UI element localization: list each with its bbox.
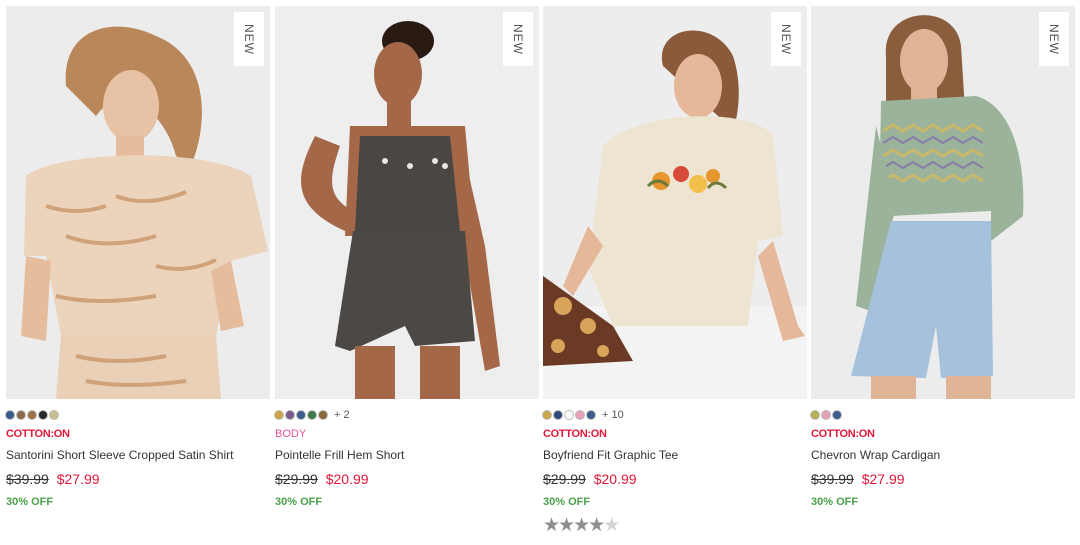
color-swatch[interactable]	[543, 411, 551, 419]
new-badge: NEW	[1039, 12, 1069, 66]
model-photo	[543, 6, 807, 399]
color-swatch[interactable]	[308, 411, 316, 419]
product-card[interactable]: NEW COTTON:ON Santorini Short Sleeve Cro…	[6, 6, 270, 508]
price-row: $29.99 $20.99	[543, 471, 807, 487]
product-card[interactable]: NEW + 10 COTTON:ON Boyfriend Fit Graphic…	[543, 6, 807, 537]
new-badge: NEW	[771, 12, 801, 66]
star-icon: ★	[543, 515, 560, 536]
original-price: $39.99	[6, 471, 49, 487]
color-swatch[interactable]	[50, 411, 58, 419]
sale-price: $27.99	[861, 471, 905, 487]
new-badge: NEW	[234, 12, 264, 66]
price-row: $39.99 $27.99	[811, 471, 1075, 487]
original-price: $29.99	[275, 471, 318, 487]
color-swatch[interactable]	[319, 411, 327, 419]
color-swatch[interactable]	[587, 411, 595, 419]
discount-label: 30% OFF	[543, 496, 591, 508]
product-image[interactable]: NEW	[543, 6, 807, 399]
original-price: $29.99	[543, 471, 586, 487]
product-image[interactable]: NEW	[6, 6, 270, 399]
brand-label: BODY	[275, 428, 307, 440]
product-image[interactable]: NEW	[275, 6, 539, 399]
color-swatches	[6, 408, 270, 422]
price-row: $29.99 $20.99	[275, 471, 539, 487]
color-swatches	[811, 408, 1075, 422]
star-rating[interactable]: ★★★★★	[543, 514, 807, 537]
product-card[interactable]: NEW COTTON:ON Chevron Wrap Cardigan $39.…	[811, 6, 1075, 508]
color-swatch[interactable]	[833, 411, 841, 419]
model-photo	[811, 6, 1075, 399]
more-colors[interactable]: + 2	[334, 409, 350, 421]
more-colors[interactable]: + 10	[602, 409, 624, 421]
color-swatch[interactable]	[39, 411, 47, 419]
product-grid: NEW COTTON:ON Santorini Short Sleeve Cro…	[0, 0, 1080, 545]
color-swatch[interactable]	[576, 411, 584, 419]
sale-price: $27.99	[56, 471, 100, 487]
star-icon: ★	[558, 515, 575, 536]
sale-price: $20.99	[593, 471, 637, 487]
sale-price: $20.99	[325, 471, 369, 487]
brand-label: COTTON:ON	[811, 428, 875, 440]
product-name[interactable]: Boyfriend Fit Graphic Tee	[543, 448, 807, 462]
star-icon: ★	[588, 515, 605, 536]
color-swatch[interactable]	[811, 411, 819, 419]
color-swatches: + 2	[275, 408, 539, 422]
brand-label: COTTON:ON	[6, 428, 70, 440]
original-price: $39.99	[811, 471, 854, 487]
star-icon: ★	[573, 515, 590, 536]
discount-label: 30% OFF	[811, 496, 859, 508]
color-swatch[interactable]	[275, 411, 283, 419]
new-badge: NEW	[503, 12, 533, 66]
price-row: $39.99 $27.99	[6, 471, 270, 487]
color-swatch[interactable]	[28, 411, 36, 419]
half-star-icon: ★	[603, 515, 620, 536]
product-image[interactable]: NEW	[811, 6, 1075, 399]
brand-label: COTTON:ON	[543, 428, 607, 440]
color-swatch[interactable]	[286, 411, 294, 419]
product-card[interactable]: NEW + 2 BODY Pointelle Frill Hem Short $…	[275, 6, 539, 508]
color-swatch[interactable]	[554, 411, 562, 419]
product-name[interactable]: Santorini Short Sleeve Cropped Satin Shi…	[6, 448, 270, 462]
color-swatch[interactable]	[565, 411, 573, 419]
color-swatch[interactable]	[6, 411, 14, 419]
product-name[interactable]: Pointelle Frill Hem Short	[275, 448, 539, 462]
model-photo	[6, 6, 270, 399]
color-swatch[interactable]	[297, 411, 305, 419]
color-swatch[interactable]	[822, 411, 830, 419]
color-swatch[interactable]	[17, 411, 25, 419]
model-photo	[275, 6, 539, 399]
discount-label: 30% OFF	[275, 496, 323, 508]
color-swatches: + 10	[543, 408, 807, 422]
discount-label: 30% OFF	[6, 496, 54, 508]
product-name[interactable]: Chevron Wrap Cardigan	[811, 448, 1075, 462]
